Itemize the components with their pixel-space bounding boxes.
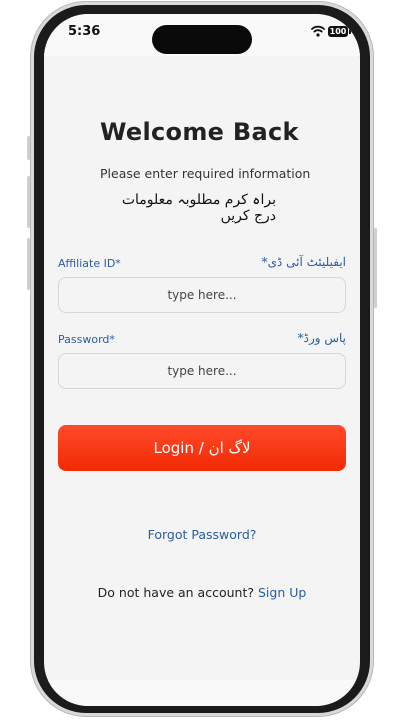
affiliate-id-label-urdu: ایفیلیئٹ آئی ڈی* [261,255,346,269]
login-button[interactable]: Login / لاگ ان [58,425,346,471]
no-account-text: Do not have an account? [97,585,254,600]
page-subtitle: Please enter required information [100,166,311,181]
password-label: Password* [58,333,115,346]
affiliate-id-input[interactable] [58,277,346,313]
affiliate-id-label: Affiliate ID* [58,257,121,270]
volume-down-button [27,238,30,290]
dynamic-island [152,25,252,54]
password-label-urdu: پاس ورڈ* [297,331,346,345]
status-bar: 5:36 100 [44,14,360,56]
password-input[interactable] [58,353,346,389]
volume-up-button [27,176,30,228]
status-time: 5:36 [68,24,101,39]
bottom-safe-area [44,680,360,706]
page-title: Welcome Back [100,118,299,146]
power-button [374,228,377,308]
page-subtitle-urdu: براہ کرم مطلوبہ معلومات درج کریں [121,192,276,224]
wifi-icon [311,25,325,37]
app-screen: 5:36 100 Welcome Back Please enter requi… [44,14,360,706]
signup-link[interactable]: Sign Up [258,585,306,600]
battery-icon: 100 [328,26,351,37]
forgot-password-link[interactable]: Forgot Password? [44,527,360,542]
signup-prompt: Do not have an account? Sign Up [44,585,360,600]
silent-switch [27,136,30,160]
